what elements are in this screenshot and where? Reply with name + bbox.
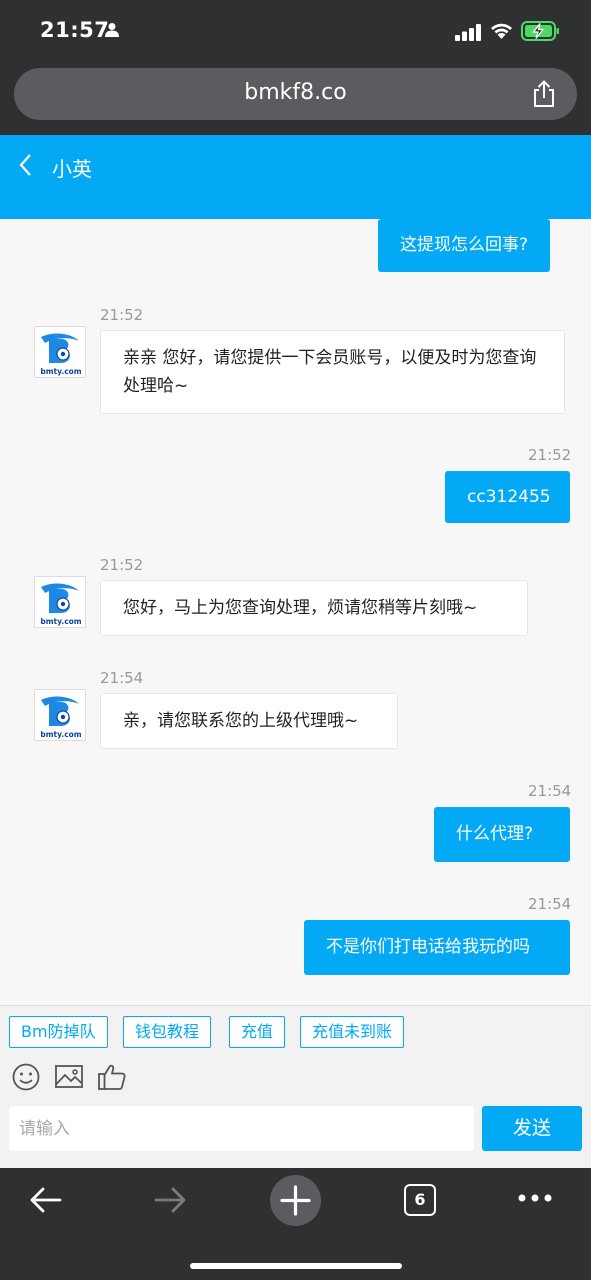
send-button[interactable]: 发送	[482, 1106, 582, 1151]
logo-text: bmty.com	[40, 367, 81, 376]
brand-logo-icon: bmty.com	[35, 327, 85, 377]
person-icon	[105, 23, 119, 37]
more-options-icon[interactable]	[517, 1192, 553, 1204]
share-icon[interactable]	[531, 80, 557, 108]
message-text: 亲，请您联系您的上级代理哦~	[123, 711, 359, 731]
forward-arrow-icon[interactable]	[152, 1182, 188, 1218]
message-timestamp: 21:52	[100, 556, 144, 574]
thumbs-up-icon[interactable]	[97, 1062, 127, 1092]
image-icon[interactable]	[54, 1062, 84, 1092]
back-arrow-icon[interactable]	[28, 1182, 64, 1218]
battery-charging-icon	[521, 21, 559, 41]
wifi-icon	[491, 23, 512, 39]
message-bubble-incoming: 亲亲 您好，请您提供一下会员账号，以便及时为您查询处理哈~	[100, 330, 565, 414]
message-timestamp: 21:54	[528, 895, 572, 913]
chevron-left-icon[interactable]	[16, 152, 36, 178]
quick-reply-button[interactable]: 钱包教程	[123, 1016, 212, 1048]
message-input[interactable]	[9, 1106, 474, 1151]
composer-panel: Bm防掉队 钱包教程 充值 充值未到账 发送	[0, 1005, 591, 1168]
message-text: 这提现怎么回事?	[400, 235, 529, 255]
message-text: cc312455	[467, 487, 551, 507]
message-text: 您好，马上为您查询处理，烦请您稍等片刻哦~	[123, 598, 478, 618]
message-bubble-incoming: 您好，马上为您查询处理，烦请您稍等片刻哦~	[100, 580, 528, 636]
agent-avatar: bmty.com	[34, 326, 86, 378]
message-timestamp: 21:52	[528, 446, 572, 464]
message-timestamp: 21:52	[100, 306, 144, 324]
message-text: 亲亲 您好，请您提供一下会员账号，以便及时为您查询处理哈~	[123, 348, 537, 396]
message-bubble-outgoing: 什么代理?	[434, 807, 570, 862]
tabs-count-button[interactable]: 6	[404, 1184, 436, 1216]
browser-bottom-toolbar: 6	[0, 1168, 591, 1280]
brand-logo-icon: bmty.com	[35, 577, 85, 627]
agent-avatar: bmty.com	[34, 576, 86, 628]
plus-icon	[280, 1185, 311, 1216]
agent-avatar: bmty.com	[34, 689, 86, 741]
brand-logo-icon: bmty.com	[35, 690, 85, 740]
status-time: 21:57	[40, 18, 110, 42]
message-text: 什么代理?	[456, 824, 534, 844]
url-text: bmkf8.co	[244, 80, 347, 105]
message-bubble-incoming: 亲，请您联系您的上级代理哦~	[100, 693, 398, 749]
cellular-signal-icon	[455, 24, 481, 41]
emoji-icon[interactable]	[11, 1062, 41, 1092]
quick-reply-button[interactable]: 充值未到账	[300, 1016, 405, 1048]
message-bubble-outgoing: cc312455	[445, 471, 570, 523]
message-timestamp: 21:54	[100, 669, 144, 687]
logo-text: bmty.com	[40, 617, 81, 626]
url-bar[interactable]: bmkf8.co	[14, 68, 577, 120]
chat-title: 小英	[52, 157, 92, 181]
logo-text: bmty.com	[40, 730, 81, 739]
home-indicator[interactable]	[190, 1263, 402, 1269]
new-tab-button[interactable]	[270, 1175, 321, 1226]
quick-reply-button[interactable]: Bm防掉队	[9, 1016, 108, 1048]
chat-message-list[interactable]: 这提现怎么回事? 21:52 bmty.com 亲亲 您好，请您提供一下会员账号…	[0, 219, 591, 1005]
message-bubble-outgoing: 不是你们打电话给我玩的吗	[304, 920, 570, 975]
browser-top-chrome: 21:57 bmkf8.co	[0, 0, 591, 135]
message-bubble-outgoing: 这提现怎么回事?	[378, 219, 551, 272]
message-timestamp: 21:54	[528, 782, 572, 800]
message-text: 不是你们打电话给我玩的吗	[326, 937, 530, 957]
chat-header: 小英	[0, 135, 591, 219]
quick-reply-button[interactable]: 充值	[229, 1016, 286, 1048]
